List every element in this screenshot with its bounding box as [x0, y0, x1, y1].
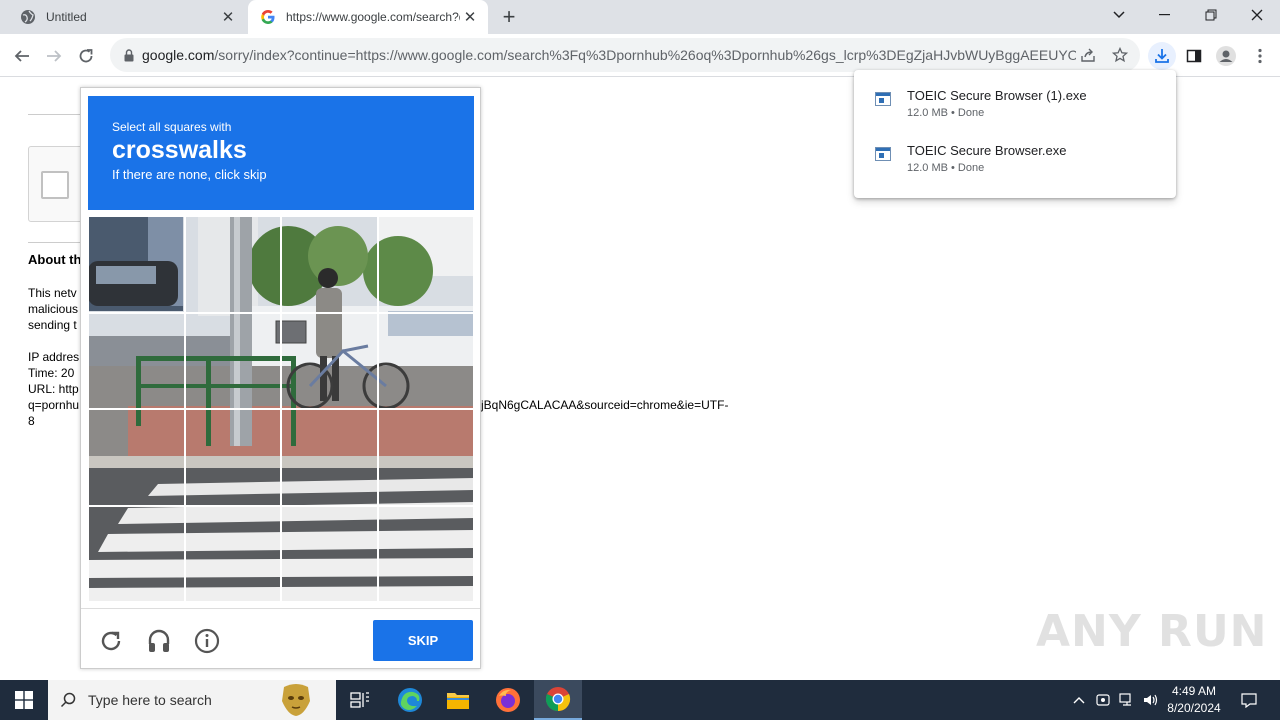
recaptcha-challenge: Select all squares with crosswalks If th…	[80, 87, 481, 669]
download-item[interactable]: TOEIC Secure Browser.exe 12.0 MB • Done	[854, 135, 1176, 185]
anyrun-watermark: ANY RUN	[1036, 606, 1268, 657]
grid-tile[interactable]	[88, 216, 185, 313]
about-heading: About th	[28, 252, 82, 267]
share-icon[interactable]	[1076, 43, 1100, 67]
globe-icon	[20, 9, 36, 25]
search-icon	[48, 692, 88, 708]
grid-tile[interactable]	[88, 409, 185, 506]
forward-icon[interactable]	[40, 42, 68, 70]
grid-tile[interactable]	[281, 312, 378, 409]
captcha-instructions: Select all squares with crosswalks If th…	[88, 96, 474, 210]
file-explorer-icon[interactable]	[434, 680, 482, 720]
tab-google[interactable]: https://www.google.com/search?q ✕	[248, 0, 488, 34]
info-icon[interactable]	[193, 627, 221, 655]
new-tab-button[interactable]: +	[498, 4, 520, 29]
reload-challenge-icon[interactable]	[97, 627, 125, 655]
firefox-icon[interactable]	[484, 680, 532, 720]
info-line: malicious	[28, 302, 79, 316]
side-panel-icon[interactable]	[1180, 42, 1208, 70]
download-item[interactable]: TOEIC Secure Browser (1).exe 12.0 MB • D…	[854, 80, 1176, 130]
restore-icon[interactable]	[1188, 0, 1234, 30]
recaptcha-checkbox[interactable]	[41, 171, 69, 199]
url-line: 8	[28, 414, 35, 428]
task-view-icon[interactable]	[336, 680, 384, 720]
divider	[28, 242, 80, 243]
tab-search-icon[interactable]	[1096, 0, 1142, 30]
menu-dots-icon[interactable]	[1246, 42, 1274, 70]
exe-file-icon	[875, 92, 891, 106]
profile-avatar-icon[interactable]	[1212, 42, 1240, 70]
search-highlight-icon	[276, 683, 316, 722]
ip-line: IP addres	[28, 350, 80, 364]
taskbar-search-box[interactable]: Type here to search	[48, 680, 336, 720]
download-status: 12.0 MB • Done	[907, 162, 985, 174]
captcha-image-grid	[88, 216, 474, 602]
target-object: crosswalks	[112, 136, 247, 164]
reload-icon[interactable]	[72, 42, 100, 70]
clock-time: 4:49 AM	[1171, 684, 1217, 698]
url-host: google.com	[142, 47, 215, 63]
search-placeholder: Type here to search	[88, 692, 212, 708]
network-icon[interactable]	[1116, 680, 1138, 720]
downloads-icon[interactable]	[1148, 42, 1176, 70]
grid-tile[interactable]	[281, 409, 378, 506]
divider	[28, 114, 80, 115]
grid-tile[interactable]	[184, 505, 281, 602]
grid-tile[interactable]	[184, 409, 281, 506]
address-bar[interactable]: google.com/sorry/index?continue=https://…	[110, 38, 1140, 72]
grid-tile[interactable]	[377, 216, 474, 313]
grid-tile[interactable]	[88, 505, 185, 602]
tray-chevron-icon[interactable]	[1068, 680, 1090, 720]
minimize-icon[interactable]	[1142, 0, 1188, 30]
download-filename: TOEIC Secure Browser.exe	[907, 143, 1067, 158]
downloads-bubble: TOEIC Secure Browser (1).exe 12.0 MB • D…	[854, 70, 1176, 198]
tab-title: https://www.google.com/search?q	[286, 10, 460, 24]
lock-icon[interactable]	[122, 48, 136, 62]
url-line: URL: http	[28, 382, 79, 396]
grid-tile[interactable]	[184, 216, 281, 313]
info-line: This netv	[28, 286, 77, 300]
clock-date: 8/20/2024	[1167, 701, 1221, 715]
time-line: Time: 20	[28, 366, 75, 380]
grid-tile[interactable]	[377, 505, 474, 602]
grid-tile[interactable]	[377, 409, 474, 506]
grid-tile[interactable]	[281, 216, 378, 313]
tab-untitled[interactable]: Untitled ✕	[8, 0, 246, 34]
url-tail: jBqN6gCALACAA&sourceid=chrome&ie=UTF-	[481, 398, 729, 412]
download-status: 12.0 MB • Done	[907, 107, 985, 119]
url-path: /sorry/index?continue=https://www.google…	[214, 47, 1076, 63]
url-text[interactable]: google.com/sorry/index?continue=https://…	[142, 47, 1076, 63]
grid-tile[interactable]	[377, 312, 474, 409]
download-filename: TOEIC Secure Browser (1).exe	[907, 88, 1087, 103]
tab-close-icon[interactable]: ✕	[460, 7, 480, 27]
tab-strip: Untitled ✕ https://www.google.com/search…	[0, 0, 1280, 34]
instruction-text: Select all squares with	[112, 120, 232, 134]
audio-challenge-icon[interactable]	[145, 627, 173, 655]
url-line: q=pornhu	[28, 398, 80, 412]
close-window-icon[interactable]	[1234, 0, 1280, 30]
grid-tile[interactable]	[88, 312, 185, 409]
windows-start-icon[interactable]	[0, 680, 48, 720]
grid-tile[interactable]	[281, 505, 378, 602]
edge-browser-icon[interactable]	[386, 680, 434, 720]
bookmark-star-icon[interactable]	[1108, 43, 1132, 67]
tab-title: Untitled	[46, 10, 87, 24]
instruction-subtext: If there are none, click skip	[112, 167, 267, 182]
tab-close-icon[interactable]: ✕	[218, 7, 238, 27]
info-line: sending t	[28, 318, 77, 332]
system-clock[interactable]: 4:49 AM 8/20/2024	[1162, 683, 1226, 717]
chrome-icon[interactable]	[534, 680, 582, 720]
grid-tile[interactable]	[184, 312, 281, 409]
recaptcha-checkbox-container	[28, 146, 88, 222]
google-logo-icon	[260, 9, 276, 25]
notification-icon[interactable]	[1234, 680, 1264, 720]
skip-button[interactable]: SKIP	[373, 620, 473, 661]
windows-taskbar: Type here to search 4:49 AM 8/20/2024	[0, 680, 1280, 720]
back-icon[interactable]	[8, 42, 36, 70]
meet-now-icon[interactable]	[1092, 680, 1114, 720]
exe-file-icon	[875, 147, 891, 161]
volume-icon[interactable]	[1140, 680, 1162, 720]
captcha-footer: SKIP	[81, 608, 480, 670]
